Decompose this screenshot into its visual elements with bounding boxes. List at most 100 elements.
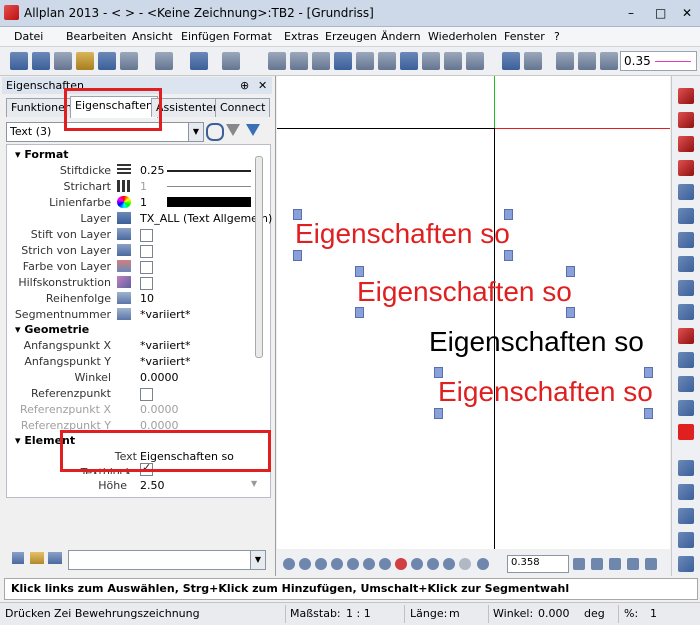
line-properties-icon[interactable] (578, 52, 596, 70)
text-2-grip-tr[interactable] (566, 266, 575, 277)
checkbox-stift-von-layer[interactable] (140, 229, 153, 242)
zoom-icon[interactable] (524, 52, 542, 70)
text-4-grip-br[interactable] (644, 408, 653, 419)
menu-wiederholen[interactable]: Wiederholen (428, 30, 497, 43)
open-files-icon[interactable] (32, 52, 50, 70)
delete-icon[interactable] (678, 424, 694, 440)
find-icon[interactable] (206, 123, 224, 141)
section-icon[interactable] (312, 52, 330, 70)
zoom-in-icon[interactable] (363, 558, 375, 570)
value-anfangspunkt-x[interactable]: *variiert* (140, 339, 191, 352)
hidden-line-icon[interactable] (627, 558, 639, 570)
pin-icon[interactable]: ⊕ (240, 79, 249, 92)
close-button[interactable]: ✕ (682, 6, 692, 20)
value-stiftdicke[interactable]: 0.25 (140, 164, 165, 177)
pen-properties-icon[interactable] (556, 52, 574, 70)
redo-icon[interactable] (222, 52, 240, 70)
cad-text-4[interactable]: Eigenschaften so (438, 376, 653, 408)
print-icon[interactable] (120, 52, 138, 70)
value-reihenfolge[interactable]: 10 (140, 292, 154, 305)
fit-view-icon[interactable] (283, 558, 295, 570)
value-strichart[interactable]: 1 (140, 180, 147, 193)
menu-fenster[interactable]: Fenster (504, 30, 545, 43)
wireframe-icon[interactable] (609, 558, 621, 570)
text-1-grip-br[interactable] (504, 250, 513, 261)
redo-view-icon[interactable] (459, 558, 471, 570)
checkbox-referenzpunkt[interactable] (140, 388, 153, 401)
cad-text-3[interactable]: Eigenschaften so (429, 326, 644, 358)
save-favorite-icon[interactable] (48, 552, 62, 564)
menu-datei[interactable]: Datei (14, 30, 43, 43)
orbit-icon[interactable] (427, 558, 439, 570)
scrollbar-thumb[interactable] (255, 156, 263, 358)
menu-erzeugen[interactable]: Erzeugen (325, 30, 377, 43)
zoom-back-icon[interactable] (331, 558, 343, 570)
pencil-icon[interactable] (600, 52, 618, 70)
menu-bearbeiten[interactable]: Bearbeiten (66, 30, 126, 43)
property-scrollbar[interactable] (254, 156, 263, 358)
sort-icon[interactable] (226, 124, 240, 136)
pen-thickness-field[interactable]: 0.35 (620, 51, 697, 71)
measure-icon[interactable] (290, 52, 308, 70)
checkbox-farbe-von-layer[interactable] (140, 261, 153, 274)
menu-aendern[interactable]: Ändern (381, 30, 421, 43)
pipette-icon[interactable] (12, 552, 24, 564)
status-percent-value[interactable]: 1 (650, 607, 657, 620)
view-icon[interactable] (422, 52, 440, 70)
split-icon[interactable] (678, 376, 694, 392)
bracket-icon[interactable] (678, 556, 694, 572)
status-scale-value[interactable]: 1 : 1 (346, 607, 371, 620)
element-filter-icon[interactable] (678, 508, 694, 524)
previous-view-icon[interactable] (379, 558, 391, 570)
panel-close-button[interactable]: ✕ (258, 79, 267, 92)
rotate-icon[interactable] (678, 208, 694, 224)
status-angle-value[interactable]: 0.000 (538, 607, 570, 620)
text-1-grip-tr[interactable] (504, 209, 513, 220)
menu-extras[interactable]: Extras (284, 30, 319, 43)
fillet-icon[interactable] (678, 400, 694, 416)
text-1-grip-bl[interactable] (293, 250, 302, 261)
text-2-grip-bl[interactable] (355, 307, 364, 318)
edit-point-icon[interactable] (678, 112, 694, 128)
chevron-down-icon[interactable]: ▼ (250, 551, 265, 569)
filter-icon[interactable] (246, 124, 260, 136)
open-favorite-icon[interactable] (30, 552, 44, 564)
undo-icon[interactable] (190, 52, 208, 70)
value-winkel[interactable]: 0.0000 (140, 371, 179, 384)
text-4-grip-tr[interactable] (644, 367, 653, 378)
trim-icon[interactable] (678, 304, 694, 320)
save-icon[interactable] (98, 52, 116, 70)
checkbox-hilfskonstruktion[interactable] (140, 277, 153, 290)
zoom-dropdown-icon[interactable] (573, 558, 585, 570)
value-layer[interactable]: TX_ALL (Text Allgemein) (140, 212, 272, 225)
status-drawing-type[interactable]: Zei Bewehrungszeichnung (54, 607, 200, 620)
status-length-value[interactable]: m (449, 607, 460, 620)
menu-help[interactable]: ? (554, 30, 560, 43)
screen-icon[interactable] (155, 52, 173, 70)
zoom-factor-field[interactable]: 0.358 (507, 555, 569, 573)
globe-icon[interactable] (502, 52, 520, 70)
ruler-icon[interactable] (268, 52, 286, 70)
tab-connect[interactable]: Connect (215, 98, 271, 117)
eyedropper-icon[interactable] (678, 460, 694, 476)
cad-text-2[interactable]: Eigenschaften so (357, 276, 572, 308)
scale-icon[interactable] (678, 232, 694, 248)
section-geometrie[interactable]: ▾ Geometrie (15, 323, 89, 336)
pan-icon[interactable] (315, 558, 327, 570)
section-format[interactable]: ▾ Format (15, 148, 69, 161)
window-icon[interactable] (444, 52, 462, 70)
favorites-dropdown[interactable]: ▼ (68, 550, 266, 570)
text-2-grip-br[interactable] (566, 307, 575, 318)
walk-icon[interactable] (477, 558, 489, 570)
text-1-grip-tl[interactable] (293, 209, 302, 220)
grid-icon[interactable] (466, 52, 484, 70)
value-hoehe[interactable]: 2.50 (140, 479, 165, 492)
value-linienfarbe[interactable]: 1 (140, 196, 147, 209)
grid-view-icon[interactable] (395, 558, 407, 570)
minimize-button[interactable]: – (628, 6, 634, 20)
text-4-grip-tl[interactable] (434, 367, 443, 378)
zoom-window-icon[interactable] (299, 558, 311, 570)
menu-einfuegen[interactable]: Einfügen (181, 30, 230, 43)
copy-icon[interactable] (356, 52, 374, 70)
value-segmentnummer[interactable]: *variiert* (140, 308, 191, 321)
